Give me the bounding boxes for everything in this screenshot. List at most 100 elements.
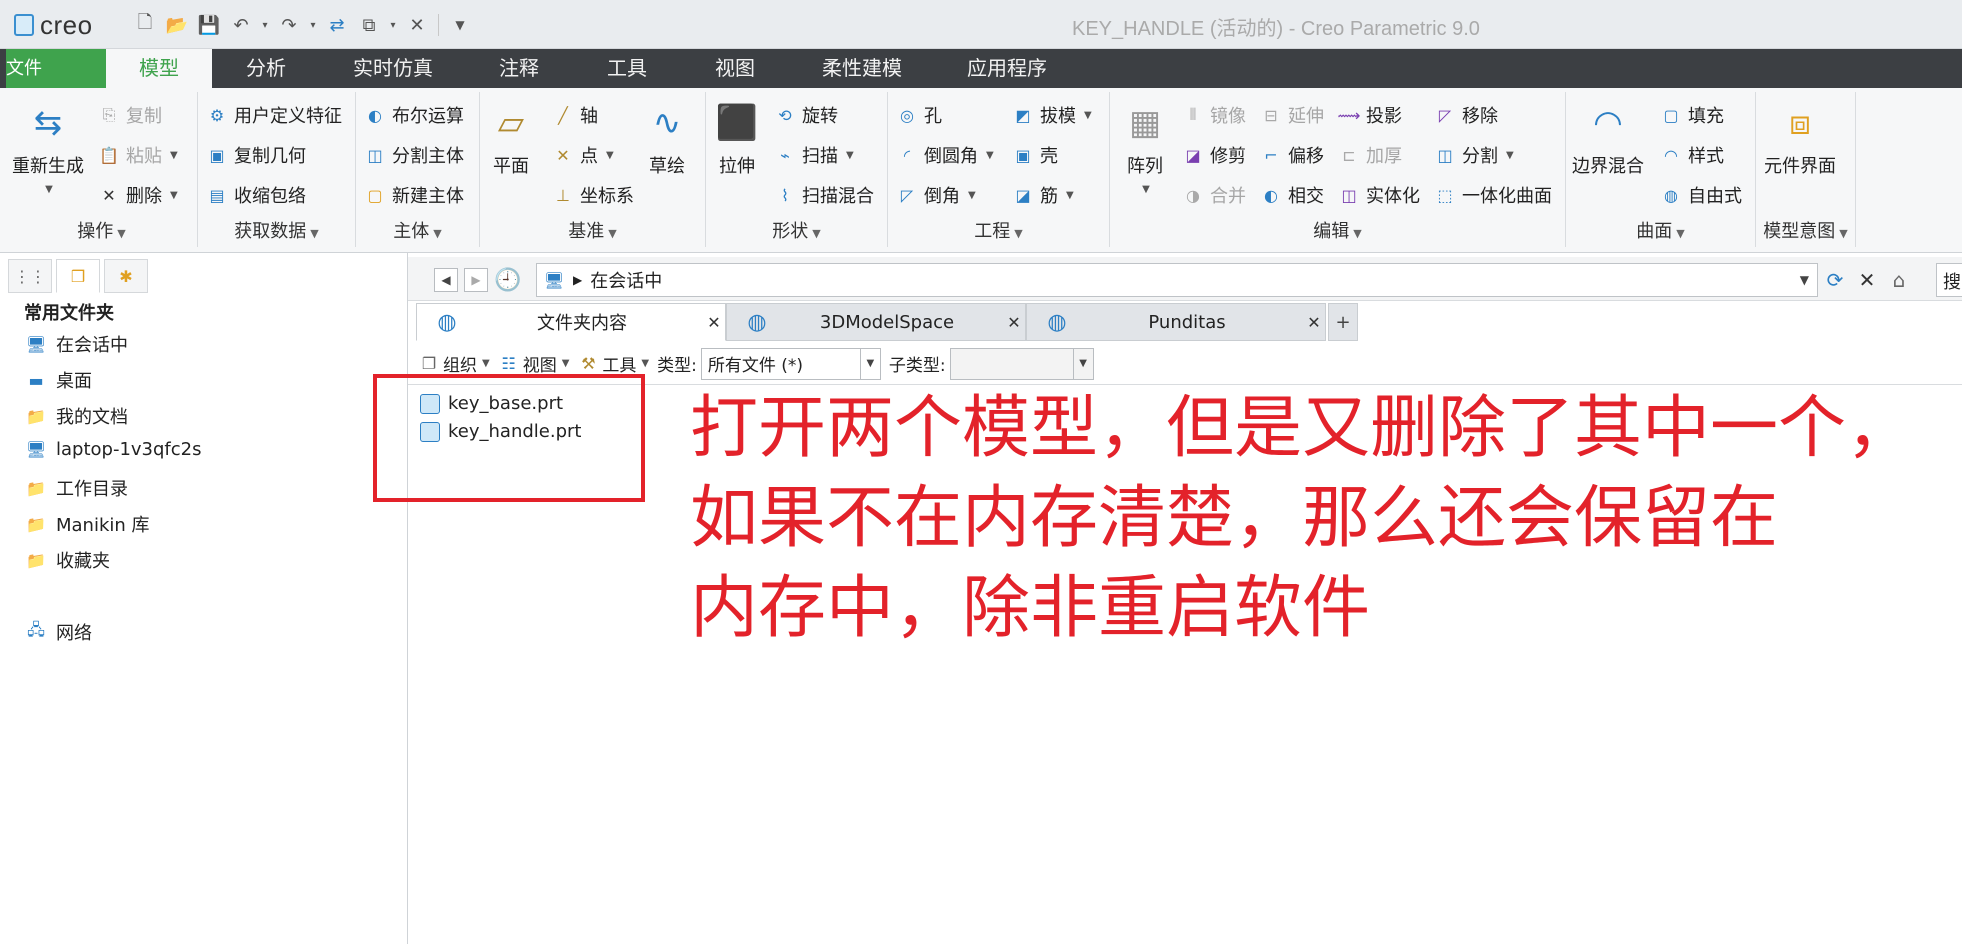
copy-button[interactable]: ⎘ 复制 [98,100,162,130]
subtype-select[interactable]: ▼ [949,347,1094,380]
boundary-blend-button[interactable]: ◠ 边界混合 [1572,100,1644,178]
customize-icon[interactable]: ▼ [445,10,475,40]
tab-tools[interactable]: 工具 [582,49,672,88]
intersect-button[interactable]: ◐ 相交 [1260,180,1324,210]
close-window-icon[interactable]: ✕ [402,10,432,40]
back-button[interactable]: ◀ [434,268,458,292]
project-button[interactable]: ⟿ 投影 [1338,100,1402,130]
organize-menu[interactable]: ❐ 组织 ▼ [418,351,490,376]
sidebar-item-working-directory[interactable]: 📁 工作目录 [24,475,128,501]
revolve-button[interactable]: ⟲ 旋转 [774,100,838,130]
fill-button[interactable]: ▢ 填充 [1660,100,1724,130]
style-button[interactable]: ◠ 样式 [1660,140,1724,170]
group-label-get-data[interactable]: 获取数据 ▼ [198,217,355,243]
close-tab-icon[interactable]: ✕ [703,313,725,332]
sidebar-item-network[interactable]: 🖧 网络 [24,619,92,645]
undo-dropdown-icon[interactable]: ▾ [258,10,272,40]
trim-button[interactable]: ◪ 修剪 [1182,140,1246,170]
group-label-shapes[interactable]: 形状 ▼ [706,217,887,243]
freestyle-button[interactable]: ◍ 自由式 [1660,180,1742,210]
new-tab-button[interactable]: + [1328,303,1358,341]
pattern-button[interactable]: ▦ 阵列 ▼ [1122,100,1168,195]
hole-button[interactable]: ◎ 孔 [896,100,942,130]
view-menu[interactable]: ☷ 视图 ▼ [498,351,570,376]
tab-punditas[interactable]: ◍ Punditas ✕ [1026,303,1326,341]
component-interface-button[interactable]: ⧈ 元件界面 [1764,100,1836,178]
round-button[interactable]: ◜ 倒圆角 ▼ [896,140,994,170]
split-body-button[interactable]: ◫ 分割主体 [364,140,464,170]
tab-applications[interactable]: 应用程序 [944,49,1070,88]
new-file-icon[interactable]: 🗋 [130,10,160,40]
tab-file[interactable]: 文件 [6,49,106,88]
redo-icon[interactable]: ↷ [274,10,304,40]
stop-button[interactable]: ✕ [1852,266,1882,294]
favorites-tab[interactable]: ✱ [104,259,148,293]
csys-button[interactable]: ⊥ 坐标系 [552,180,634,210]
sketch-button[interactable]: ∿ 草绘 [644,100,690,178]
refresh-button[interactable]: ⟳ [1820,266,1850,294]
type-select[interactable]: 所有文件 (*) ▼ [700,347,881,380]
swept-blend-button[interactable]: ⌇ 扫描混合 [774,180,874,210]
tab-annotate[interactable]: 注释 [476,49,562,88]
offset-button[interactable]: ⌐ 偏移 [1260,140,1324,170]
save-icon[interactable]: 💾 [194,10,224,40]
sidebar-item-my-documents[interactable]: 📁 我的文档 [24,403,128,429]
point-button[interactable]: ✕ 点 ▼ [552,140,613,170]
shrinkwrap-button[interactable]: ▤ 收缩包络 [206,180,306,210]
paste-button[interactable]: 📋 粘贴 ▼ [98,140,178,170]
merge-button[interactable]: ◑ 合并 [1182,180,1246,210]
search-field[interactable]: 搜索 [1936,263,1962,297]
history-button[interactable]: 🕘 [494,268,521,293]
boolean-button[interactable]: ◐ 布尔运算 [364,100,464,130]
group-label-model-intent[interactable]: 模型意图 ▼ [1756,217,1855,243]
tab-analysis[interactable]: 分析 [222,49,310,88]
close-tab-icon[interactable]: ✕ [1303,313,1325,332]
sidebar-item-favorites[interactable]: 📁 收藏夹 [24,547,110,573]
tab-simulation[interactable]: 实时仿真 [330,49,456,88]
model-tree-tab[interactable]: ⋮⋮ [8,259,52,293]
new-body-button[interactable]: ▢ 新建主体 [364,180,464,210]
draft-button[interactable]: ◩ 拔模 ▼ [1012,100,1091,130]
windows-dropdown-icon[interactable]: ▾ [386,10,400,40]
group-label-operations[interactable]: 操作 ▼ [6,217,197,243]
address-dropdown-icon[interactable]: ▼ [1800,273,1809,287]
extend-button[interactable]: ⊟ 延伸 [1260,100,1324,130]
folder-browser-tab[interactable]: ❒ [56,259,100,293]
axis-button[interactable]: ╱ 轴 [552,100,598,130]
mirror-button[interactable]: ⫴ 镜像 [1182,100,1246,130]
forward-button[interactable]: ▶ [464,268,488,292]
regenerate-icon[interactable]: ⇄ [322,10,352,40]
tab-flexible-modeling[interactable]: 柔性建模 [800,49,924,88]
group-label-surfaces[interactable]: 曲面 ▼ [1566,217,1755,243]
group-label-engineering[interactable]: 工程 ▼ [888,217,1109,243]
regenerate-button[interactable]: ⇆ 重新生成 ▼ [12,100,84,195]
split-button[interactable]: ◫ 分割 ▼ [1434,140,1513,170]
tab-3dmodelspace[interactable]: ◍ 3DModelSpace ✕ [726,303,1026,341]
chamfer-button[interactable]: ◸ 倒角 ▼ [896,180,976,210]
shell-button[interactable]: ▣ 壳 [1012,140,1058,170]
unify-surface-button[interactable]: ⬚ 一体化曲面 [1434,180,1552,210]
plane-button[interactable]: ▱ 平面 [488,100,534,178]
remove-button[interactable]: ◸ 移除 [1434,100,1498,130]
sidebar-item-in-session[interactable]: 🖥 在会话中 [24,331,128,357]
copy-geometry-button[interactable]: ▣ 复制几何 [206,140,306,170]
tab-model[interactable]: 模型 [106,49,212,88]
thicken-button[interactable]: ⊏ 加厚 [1338,140,1402,170]
solidify-button[interactable]: ◫ 实体化 [1338,180,1420,210]
group-label-editing[interactable]: 编辑 ▼ [1110,217,1565,243]
group-label-datum[interactable]: 基准 ▼ [480,217,705,243]
sidebar-item-desktop[interactable]: ▬ 桌面 [24,367,92,393]
undo-icon[interactable]: ↶ [226,10,256,40]
delete-button[interactable]: ✕ 删除 ▼ [98,180,177,210]
tools-menu[interactable]: ⚒ 工具 ▼ [577,351,649,376]
address-field[interactable]: 🖥 ▶ 在会话中 ▼ [536,263,1818,297]
rib-button[interactable]: ◪ 筋 ▼ [1012,180,1073,210]
sidebar-item-manikin-library[interactable]: 📁 Manikin 库 [24,511,150,537]
group-label-body[interactable]: 主体 ▼ [356,217,479,243]
windows-icon[interactable]: ⧉ [354,10,384,40]
close-tab-icon[interactable]: ✕ [1003,313,1025,332]
sweep-button[interactable]: ⌁ 扫描 ▼ [774,140,854,170]
sidebar-item-computer[interactable]: 🖥 laptop-1v3qfc2s [24,439,202,460]
udf-button[interactable]: ⚙ 用户定义特征 [206,100,342,130]
extrude-button[interactable]: ⬛ 拉伸 [714,100,760,178]
